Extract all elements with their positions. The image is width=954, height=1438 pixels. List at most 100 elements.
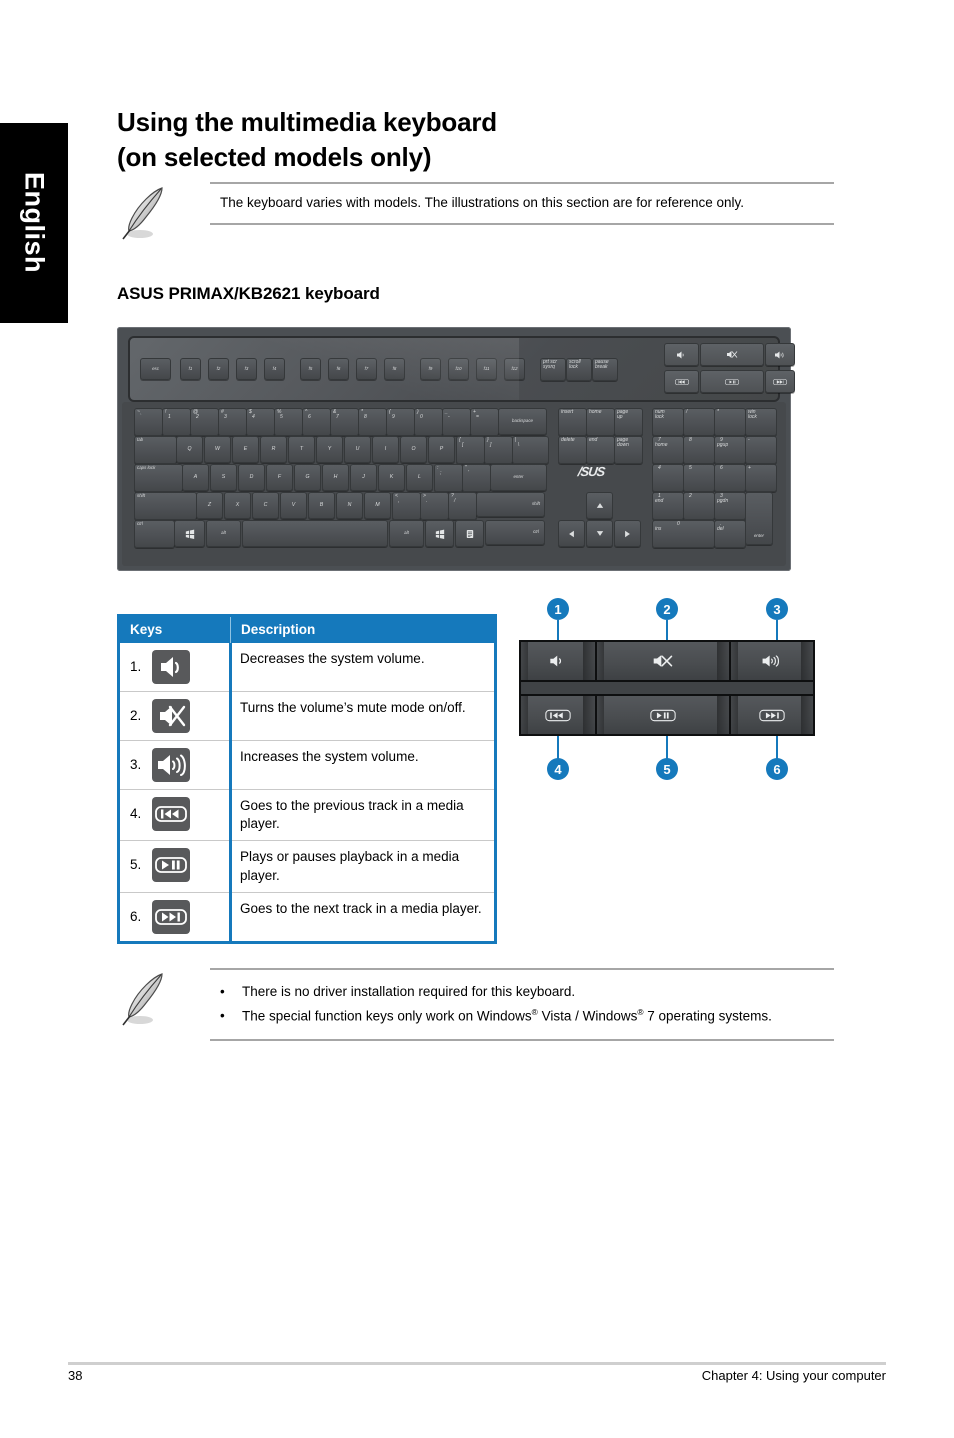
key-media-previous [664, 370, 699, 393]
panel-divider [521, 682, 813, 694]
key-alt-right: alt [389, 520, 424, 547]
note-bullet-1: • There is no driver installation requir… [220, 982, 834, 1003]
key-spacebar [242, 520, 388, 547]
key-slash: ? / [448, 492, 477, 520]
callout-leader-4 [557, 736, 559, 760]
key-f6: f6 [328, 358, 349, 380]
key-f12: f12 [504, 358, 525, 380]
key-f4: f4 [264, 358, 285, 380]
key-minus: _ - [442, 408, 471, 436]
next-track-icon [152, 899, 191, 934]
bullet-dot: • [220, 1007, 225, 1023]
column-header-keys: Keys [120, 617, 231, 643]
note-box-bottom: • There is no driver installation requir… [117, 968, 834, 1048]
table-cell-description: Goes to the next track in a media player… [230, 891, 494, 941]
key-b: B [308, 492, 335, 519]
key-c: C [252, 492, 279, 519]
panel-play-pause-button[interactable] [597, 696, 729, 734]
panel-mute-button[interactable] [597, 642, 729, 680]
key-f5: f5 [300, 358, 321, 380]
bullet-dot: • [220, 984, 225, 999]
key-m: M [364, 492, 391, 519]
key-semicolon: :; [434, 464, 463, 492]
key-1: ! 1 [162, 408, 191, 436]
key-tab: tab [134, 436, 177, 464]
numpad-3: 3 pgdn [714, 492, 746, 520]
numpad-9: 9 pgup [714, 436, 746, 464]
key-5: % 5 [274, 408, 303, 436]
key-backtick: ~ ` [134, 408, 163, 436]
table-cell-description: Turns the volume’s mute mode on/off. [230, 691, 494, 741]
key-bracket-left: {[ [456, 436, 485, 464]
section-title: ASUS PRIMAX/KB2621 keyboard [117, 284, 380, 303]
keys-description-table: Keys Description 1. Decreases the system… [117, 614, 497, 944]
panel-previous-track-button[interactable] [521, 696, 595, 734]
key-ctrl-right: ctrl [485, 520, 545, 545]
key-caps-lock: caps lock [134, 464, 183, 492]
page-title: Using the multimedia keyboard (on select… [117, 105, 877, 174]
key-bracket-right: }] [484, 436, 513, 464]
key-scroll-lock: scroll lock [566, 358, 592, 381]
key-f: F [266, 464, 293, 491]
key-media-next [765, 370, 795, 393]
key-f8: f8 [384, 358, 405, 380]
numpad-2: 2 [683, 492, 715, 520]
key-shift-left: shift [134, 492, 197, 520]
numpad-6: 6 [714, 464, 746, 492]
numpad-enter: enter [745, 492, 773, 545]
key-d: D [238, 464, 265, 491]
key-8: * 8 [358, 408, 387, 436]
media-keys-panel [519, 640, 815, 736]
key-2: @2 [190, 408, 219, 436]
key-s: S [210, 464, 237, 491]
table-cell-key: 3. [120, 740, 232, 790]
key-page-up: page up [614, 408, 643, 436]
panel-volume-up-button[interactable] [731, 642, 813, 680]
key-menu [455, 520, 484, 547]
key-comma: <, [392, 492, 421, 520]
volume-down-icon [152, 650, 191, 684]
key-0: ) 0 [414, 408, 443, 436]
key-esc: esc [140, 358, 171, 380]
key-e: E [232, 436, 259, 463]
callout-marker-5: 5 [656, 758, 678, 780]
footer-chapter-label: Chapter 4: Using your computer [701, 1368, 886, 1383]
page-title-line1: Using the multimedia keyboard [117, 107, 497, 138]
table-cell-description: Increases the system volume. [230, 740, 494, 790]
note-bullet-2-post: 7 operating systems. [643, 1008, 772, 1024]
key-f7: f7 [356, 358, 377, 380]
key-windows-right [425, 520, 454, 547]
table-cell-key: 1. [120, 643, 232, 692]
callout-marker-6: 6 [766, 758, 788, 780]
note-bullet-2: • The special function keys only work on… [220, 1006, 834, 1027]
numpad-0: 0 ins [652, 520, 715, 548]
key-6: ^ 6 [302, 408, 331, 436]
column-header-description: Description [230, 617, 494, 643]
key-g: G [294, 464, 321, 491]
keyboard-illustration: esc f1 f2 f3 f4 f5 f6 f7 f8 f9 f10 f11 f… [117, 327, 795, 571]
note-bullet-2-mid: Vista / Windows [537, 1008, 638, 1024]
key-shift-right: shift [476, 492, 545, 517]
key-a: A [182, 464, 209, 491]
callout-leader-1 [557, 620, 559, 642]
table-row: 4. Goes to the previous track in a media… [120, 788, 494, 841]
panel-next-track-button[interactable] [731, 696, 813, 734]
key-r: R [260, 436, 287, 463]
note-box-top: The keyboard varies with models. The ill… [117, 182, 834, 244]
key-arrow-right [614, 520, 641, 547]
callout-marker-3: 3 [766, 598, 788, 620]
footer-page-number: 38 [68, 1368, 83, 1383]
language-tab: English [0, 123, 68, 323]
table-cell-key: 4. [120, 788, 232, 841]
panel-volume-down-button[interactable] [521, 642, 595, 680]
keyboard-main-area: ~ ` ! 1 @2 #3 $4 % 5 ^ 6 & 7 * 8 (9 ) 0 _ - + = b… [122, 402, 786, 566]
row-number: 3. [130, 756, 142, 772]
key-i: I [372, 436, 399, 463]
numpad-multiply: * [714, 408, 746, 436]
row-number: 2. [130, 707, 142, 723]
key-pause-break-line2: break [595, 364, 608, 371]
key-media-volume-down [664, 343, 699, 366]
numpad-7: 7 home [652, 436, 684, 464]
note-box-top-body: The keyboard varies with models. The ill… [210, 182, 834, 225]
numpad-1: 1 end [652, 492, 684, 520]
